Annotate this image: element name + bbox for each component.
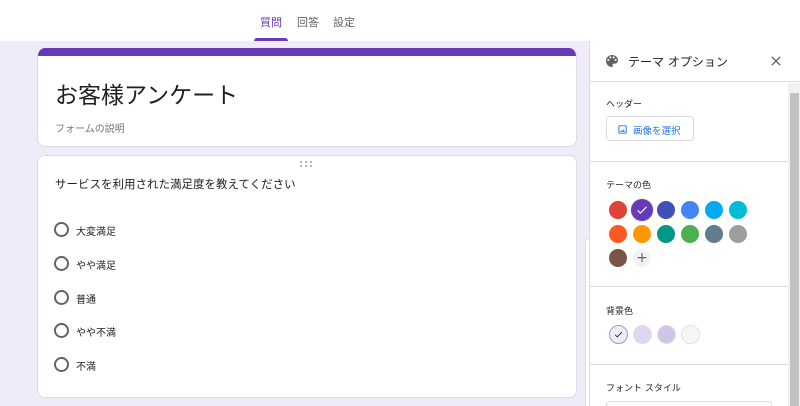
theme-color-swatch[interactable] [729, 225, 747, 243]
option-label: 大変満足 [76, 227, 116, 238]
header-accent-bar [38, 48, 576, 56]
select-image-button[interactable]: 画像を選択 [606, 116, 694, 141]
section-divider [590, 161, 788, 162]
top-tab-bar: 質問 回答 設定 [0, 0, 800, 41]
radio-button[interactable] [54, 290, 69, 305]
option-item[interactable]: やや満足 [54, 256, 354, 272]
theme-color-swatch[interactable] [705, 201, 723, 219]
question-title[interactable]: サービスを利用された満足度を教えてください [55, 176, 296, 192]
panel-title: テーマ オプション [628, 55, 728, 69]
question-card[interactable]: サービスを利用された満足度を教えてください 大変満足 やや満足 普通 やや不満 … [37, 155, 577, 398]
radio-button[interactable] [54, 357, 69, 372]
section-divider [590, 364, 788, 365]
theme-color-swatch[interactable] [705, 225, 723, 243]
form-header-card[interactable]: お客様アンケート フォームの説明 [37, 48, 577, 147]
option-item[interactable]: 普通 [54, 290, 354, 306]
check-icon [610, 326, 627, 343]
tab-settings-label: 設定 [333, 16, 355, 29]
option-item[interactable]: やや不満 [54, 323, 354, 339]
option-label: 普通 [76, 295, 96, 306]
form-title[interactable]: お客様アンケート [55, 76, 238, 110]
theme-color-swatch[interactable] [657, 201, 675, 219]
theme-color-swatch[interactable] [729, 201, 747, 219]
header-section-label: ヘッダー [606, 100, 643, 110]
option-item[interactable]: 不満 [54, 357, 354, 373]
form-description[interactable]: フォームの説明 [55, 120, 125, 135]
drag-handle-icon[interactable] [300, 161, 314, 169]
palette-icon [606, 55, 618, 67]
theme-color-swatch[interactable] [657, 225, 675, 243]
check-icon [631, 199, 653, 221]
close-icon[interactable] [768, 53, 784, 69]
theme-color-swatch[interactable] [609, 201, 627, 219]
background-color-label: 背景色 [606, 307, 634, 317]
background-color-swatch[interactable] [633, 325, 652, 344]
radio-button[interactable] [54, 222, 69, 237]
background-color-swatch[interactable] [681, 325, 700, 344]
theme-color-swatch[interactable] [681, 225, 699, 243]
theme-color-swatch[interactable] [609, 225, 627, 243]
tab-settings[interactable]: 設定 [329, 14, 359, 41]
option-label: 不満 [76, 362, 96, 373]
background-color-swatch[interactable] [657, 325, 676, 344]
select-image-label: 画像を選択 [633, 126, 681, 137]
theme-color-swatch[interactable] [631, 199, 653, 221]
tab-responses[interactable]: 回答 [293, 14, 323, 41]
option-label: やや満足 [76, 261, 116, 272]
background-color-swatch[interactable] [609, 325, 628, 344]
font-style-select[interactable] [606, 401, 772, 406]
option-item[interactable]: 大変満足 [54, 222, 354, 238]
theme-color-swatch[interactable] [609, 249, 627, 267]
option-label: やや不満 [76, 328, 116, 339]
tab-questions[interactable]: 質問 [254, 14, 288, 41]
panel-header: テーマ オプション [590, 41, 800, 82]
radio-button[interactable] [54, 323, 69, 338]
tab-responses-label: 回答 [297, 16, 319, 29]
section-divider [590, 286, 788, 287]
add-color-button[interactable]: + [633, 249, 651, 267]
image-icon [618, 125, 627, 134]
theme-color-label: テーマの色 [606, 181, 652, 191]
tab-questions-label: 質問 [260, 16, 282, 29]
theme-color-swatch[interactable] [633, 225, 651, 243]
theme-color-swatch[interactable] [681, 201, 699, 219]
scrollbar-thumb[interactable] [790, 93, 799, 406]
theme-options-panel: テーマ オプション ヘッダー 画像を選択 テーマの色 + 背景色 フォント スタ… [589, 41, 800, 406]
form-canvas: お客様アンケート フォームの説明 サービスを利用された満足度を教えてください 大… [0, 41, 589, 406]
font-style-label: フォント スタイル [606, 384, 681, 394]
radio-button[interactable] [54, 256, 69, 271]
